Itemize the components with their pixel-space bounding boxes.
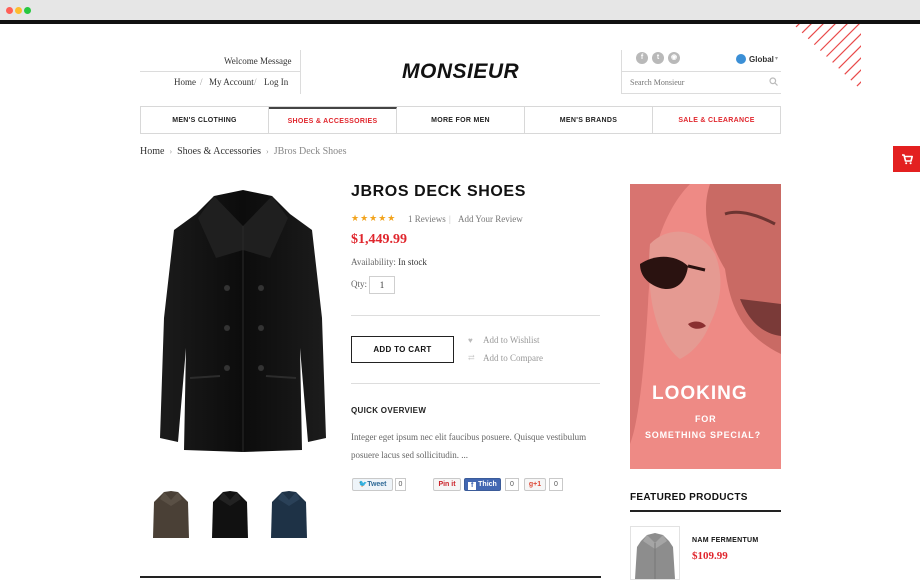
globe-icon <box>736 54 746 64</box>
link-separator: / <box>200 77 203 87</box>
breadcrumb-separator: › <box>266 147 269 156</box>
like-count: 0 <box>505 478 519 491</box>
link-separator: / <box>254 77 257 87</box>
pinit-button[interactable]: Pin it <box>433 478 461 491</box>
rating-stars: ★★★★★ <box>351 213 397 223</box>
like-label: Thich <box>478 481 497 488</box>
google-plus-button[interactable]: g+1 <box>524 478 546 491</box>
black-coat-thumbnail[interactable] <box>211 490 249 540</box>
qty-input[interactable]: 1 <box>369 276 395 294</box>
language-selector[interactable]: Global <box>749 55 774 64</box>
banner-line-3: SOMETHING SPECIAL? <box>645 430 761 440</box>
product-price: $1,449.99 <box>351 232 407 247</box>
add-to-wishlist-link[interactable]: Add to Wishlist <box>483 335 539 345</box>
product-title: JBROS DECK SHOES <box>351 183 526 200</box>
top-dark-bar <box>0 20 920 24</box>
reviews-link[interactable]: 1 Reviews <box>408 214 446 224</box>
featured-heading-underline <box>630 510 781 512</box>
nav-item-sale-clearance[interactable]: Sale & Clearance <box>653 107 780 133</box>
banner-couple-image <box>630 184 781 469</box>
heart-icon: ♥ <box>468 336 473 345</box>
add-review-link[interactable]: Add Your Review <box>458 214 523 224</box>
close-window-dot[interactable] <box>6 7 13 14</box>
facebook-icon[interactable]: f <box>636 52 648 64</box>
breadcrumb-separator: › <box>169 147 173 156</box>
header-right-bottom-line <box>621 93 781 94</box>
brown-coat-thumbnail[interactable] <box>152 490 190 540</box>
divider-line <box>351 315 600 316</box>
home-link[interactable]: Home <box>174 77 196 87</box>
breadcrumb: Home › Shoes & Accessories › JBros Deck … <box>140 146 346 157</box>
facebook-like-button[interactable]: f Thich <box>464 478 501 491</box>
browser-title-bar <box>0 0 920 20</box>
floating-cart-button[interactable] <box>893 146 920 172</box>
main-nav: Men's Clothing Shoes & Accessories More … <box>140 106 781 134</box>
header-right-hline <box>621 71 781 72</box>
welcome-message: Welcome Message <box>224 56 292 66</box>
search-icon[interactable] <box>769 77 778 86</box>
quick-overview-text: Integer eget ipsum nec elit faucibus pos… <box>351 432 587 460</box>
header-vertical-divider <box>300 50 301 94</box>
featured-product-name[interactable]: NAM FERMENTUM <box>692 537 759 544</box>
login-link[interactable]: Log In <box>264 77 288 87</box>
breadcrumb-current: JBros Deck Shoes <box>273 146 347 157</box>
nav-item-more-for-men[interactable]: More For Men <box>397 107 525 133</box>
tweet-label: Tweet <box>367 481 387 488</box>
qty-label: Qty: <box>351 279 368 289</box>
nav-item-mens-clothing[interactable]: Men's Clothing <box>141 107 269 133</box>
nav-item-shoes-accessories[interactable]: Shoes & Accessories <box>269 107 397 133</box>
search-input[interactable] <box>630 75 770 89</box>
minimize-window-dot[interactable] <box>15 7 22 14</box>
chevron-down-icon[interactable]: ▾ <box>775 55 778 62</box>
add-to-cart-button[interactable]: ADD TO CART <box>351 336 454 363</box>
tweet-count: 0 <box>395 478 406 491</box>
availability-label: Availability: <box>351 257 396 267</box>
breadcrumb-home[interactable]: Home <box>140 146 164 157</box>
site-logo[interactable]: MONSIEUR <box>402 60 519 84</box>
my-account-link[interactable]: My Account <box>209 77 254 87</box>
featured-product-price: $109.99 <box>692 550 728 562</box>
twitter-bird-icon: 🐦 <box>358 481 368 488</box>
twitter-icon[interactable]: t <box>652 52 664 64</box>
quick-overview-heading: QUICK OVERVIEW <box>351 406 427 415</box>
featured-product-thumbnail[interactable] <box>630 526 680 580</box>
availability: Availability: In stock <box>351 257 427 267</box>
nav-item-mens-brands[interactable]: Men's Brands <box>525 107 653 133</box>
tweet-button[interactable]: 🐦Tweet <box>352 478 393 491</box>
cart-icon <box>902 154 913 165</box>
maximize-window-dot[interactable] <box>24 7 31 14</box>
blue-coat-thumbnail[interactable] <box>270 490 308 540</box>
header-right-divider <box>621 50 622 94</box>
gplus-count: 0 <box>549 478 563 491</box>
product-main-image[interactable] <box>150 188 336 454</box>
featured-products-heading: FEATURED PRODUCTS <box>630 492 748 503</box>
corner-stripes-decoration <box>793 24 861 90</box>
divider-line <box>351 383 600 384</box>
bottom-divider <box>140 576 601 578</box>
breadcrumb-category[interactable]: Shoes & Accessories <box>177 146 261 157</box>
add-to-compare-link[interactable]: Add to Compare <box>483 353 543 363</box>
banner-line-2: FOR <box>695 414 717 424</box>
gray-coat-image <box>635 533 675 579</box>
rss-icon[interactable]: ◉ <box>668 52 680 64</box>
header-left-divider <box>140 71 300 72</box>
availability-value: In stock <box>398 257 427 267</box>
banner-headline: LOOKING <box>652 383 748 404</box>
compare-icon: ⇄ <box>468 353 475 362</box>
gplus-label: +1 <box>533 481 542 488</box>
facebook-icon: f <box>468 482 477 490</box>
review-separator: | <box>449 214 451 224</box>
promo-banner[interactable]: LOOKING FOR SOMETHING SPECIAL? <box>630 184 781 469</box>
